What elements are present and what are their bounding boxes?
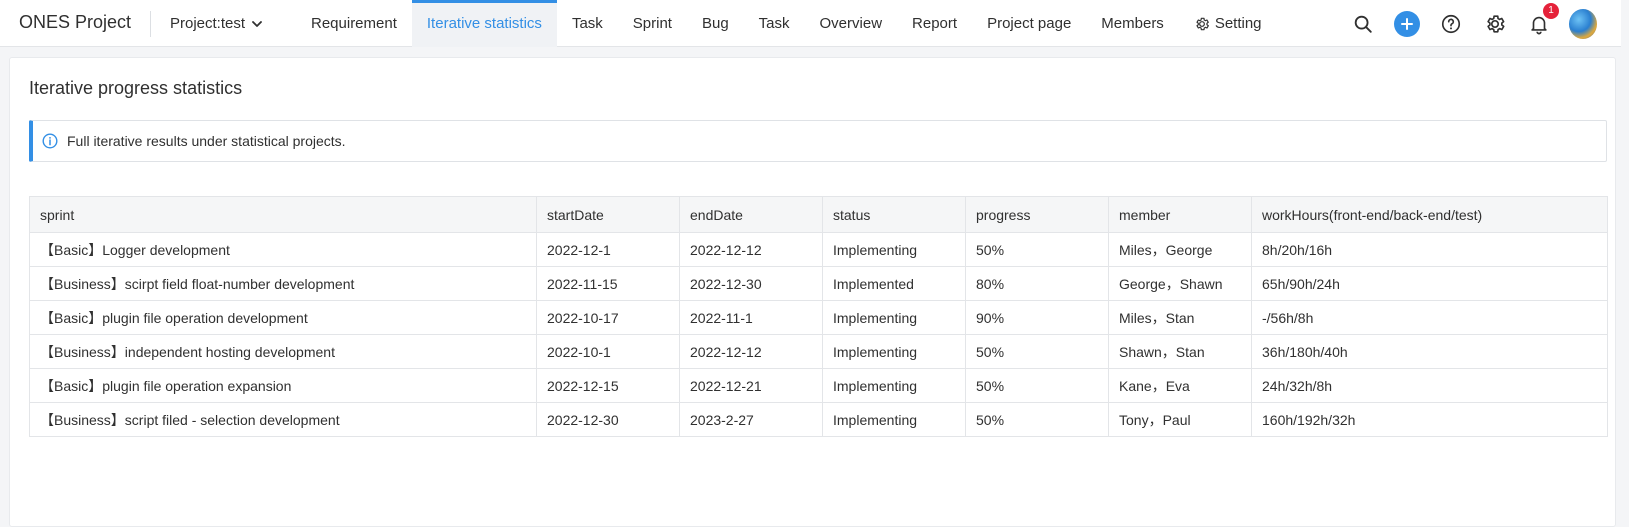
cell-member: Kane，Eva <box>1108 368 1252 403</box>
table-row[interactable]: 【Business】script filed - selection devel… <box>29 402 1608 437</box>
cell-start-date: 2022-12-30 <box>536 402 680 437</box>
cell-member: Miles，George <box>1108 232 1252 267</box>
cell-member: Miles，Stan <box>1108 300 1252 335</box>
cell-status: Implementing <box>822 300 966 335</box>
cell-work-hours: 65h/90h/24h <box>1251 266 1608 301</box>
nav-bug[interactable]: Bug <box>687 0 744 47</box>
user-menu[interactable] <box>1569 9 1597 39</box>
cell-work-hours: -/56h/8h <box>1251 300 1608 335</box>
search-button[interactable] <box>1349 10 1377 38</box>
cell-status: Implementing <box>822 368 966 403</box>
search-icon <box>1354 15 1372 33</box>
column-header-status[interactable]: status <box>822 196 966 233</box>
cell-work-hours: 8h/20h/16h <box>1251 232 1608 267</box>
cell-status: Implementing <box>822 334 966 369</box>
column-header-end-date[interactable]: endDate <box>679 196 823 233</box>
header-actions: 1 <box>1349 3 1597 40</box>
column-header-sprint[interactable]: sprint <box>29 196 537 233</box>
notice-text: Full iterative results under statistical… <box>67 133 346 149</box>
column-header-progress[interactable]: progress <box>965 196 1109 233</box>
notifications-button[interactable]: 1 <box>1525 3 1559 38</box>
window-edge <box>1621 0 1629 522</box>
cell-progress: 90% <box>965 300 1109 335</box>
column-header-member[interactable]: member <box>1108 196 1252 233</box>
cell-member: Shawn，Stan <box>1108 334 1252 369</box>
table-row[interactable]: 【Business】independent hosting developmen… <box>29 334 1608 369</box>
cell-work-hours: 160h/192h/32h <box>1251 402 1608 437</box>
table-row[interactable]: 【Business】scirpt field float-number deve… <box>29 266 1608 301</box>
nav-task-2[interactable]: Task <box>744 0 805 47</box>
column-header-work-hours[interactable]: workHours(front-end/back-end/test) <box>1251 196 1608 233</box>
nav-report[interactable]: Report <box>897 0 972 47</box>
create-button[interactable] <box>1393 10 1421 38</box>
header-divider <box>150 11 151 37</box>
cell-end-date: 2022-12-12 <box>679 334 823 369</box>
cell-work-hours: 36h/180h/40h <box>1251 334 1608 369</box>
cell-progress: 50% <box>965 402 1109 437</box>
cell-end-date: 2022-12-12 <box>679 232 823 267</box>
gear-icon <box>1196 17 1209 30</box>
main-nav: Requirement Iterative statistics Task Sp… <box>296 0 1277 47</box>
cell-work-hours: 24h/32h/8h <box>1251 368 1608 403</box>
cell-sprint: 【Business】script filed - selection devel… <box>29 402 537 437</box>
cell-member: George，Shawn <box>1108 266 1252 301</box>
cell-sprint: 【Basic】plugin file operation expansion <box>29 368 537 403</box>
nav-setting[interactable]: Setting <box>1179 0 1277 47</box>
cell-status: Implementing <box>822 232 966 267</box>
cell-start-date: 2022-10-17 <box>536 300 680 335</box>
cell-sprint: 【Business】independent hosting developmen… <box>29 334 537 369</box>
cell-progress: 50% <box>965 368 1109 403</box>
nav-sprint[interactable]: Sprint <box>618 0 687 47</box>
settings-button[interactable] <box>1481 10 1509 38</box>
cell-end-date: 2022-12-30 <box>679 266 823 301</box>
top-navigation-bar: ONES Project Project:test Requirement It… <box>0 0 1629 47</box>
page-title: Iterative progress statistics <box>29 78 243 98</box>
notification-badge: 1 <box>1543 3 1559 19</box>
info-notice: Full iterative results under statistical… <box>29 120 1607 162</box>
brand-name[interactable]: ONES Project <box>19 12 131 33</box>
help-icon <box>1441 14 1461 34</box>
project-selector[interactable]: Project:test <box>170 15 263 32</box>
chevron-down-icon <box>252 20 262 27</box>
cell-sprint: 【Basic】plugin file operation development <box>29 300 537 335</box>
cell-progress: 50% <box>965 334 1109 369</box>
help-button[interactable] <box>1437 10 1465 38</box>
table-header-row: sprint startDate endDate status progress… <box>29 196 1608 233</box>
cell-end-date: 2022-12-21 <box>679 368 823 403</box>
info-icon <box>42 133 58 149</box>
cell-sprint: 【Business】scirpt field float-number deve… <box>29 266 537 301</box>
cell-status: Implementing <box>822 402 966 437</box>
nav-members[interactable]: Members <box>1086 0 1179 47</box>
project-selector-label: Project:test <box>170 15 246 32</box>
cell-start-date: 2022-11-15 <box>536 266 680 301</box>
nav-iterative-statistics[interactable]: Iterative statistics <box>411 0 557 47</box>
sprint-statistics-table: sprint startDate endDate status progress… <box>29 196 1608 437</box>
cell-end-date: 2023-2-27 <box>679 402 823 437</box>
cell-sprint: 【Basic】Logger development <box>29 232 537 267</box>
table-row[interactable]: 【Basic】plugin file operation development… <box>29 300 1608 335</box>
cell-end-date: 2022-11-1 <box>679 300 823 335</box>
table-row[interactable]: 【Basic】plugin file operation expansion 2… <box>29 368 1608 403</box>
plus-icon <box>1394 11 1420 37</box>
cell-progress: 80% <box>965 266 1109 301</box>
nav-requirement[interactable]: Requirement <box>296 0 412 47</box>
cell-progress: 50% <box>965 232 1109 267</box>
cell-status: Implemented <box>822 266 966 301</box>
cell-start-date: 2022-12-15 <box>536 368 680 403</box>
column-header-start-date[interactable]: startDate <box>536 196 680 233</box>
cell-start-date: 2022-12-1 <box>536 232 680 267</box>
nav-overview[interactable]: Overview <box>805 0 898 47</box>
gear-icon <box>1487 15 1505 33</box>
nav-project-page[interactable]: Project page <box>972 0 1086 47</box>
table-row[interactable]: 【Basic】Logger development 2022-12-1 2022… <box>29 232 1608 267</box>
statistics-card: Iterative progress statistics Full itera… <box>9 57 1616 527</box>
cell-start-date: 2022-10-1 <box>536 334 680 369</box>
nav-task[interactable]: Task <box>557 0 618 47</box>
cell-member: Tony，Paul <box>1108 402 1252 437</box>
avatar <box>1569 9 1597 39</box>
